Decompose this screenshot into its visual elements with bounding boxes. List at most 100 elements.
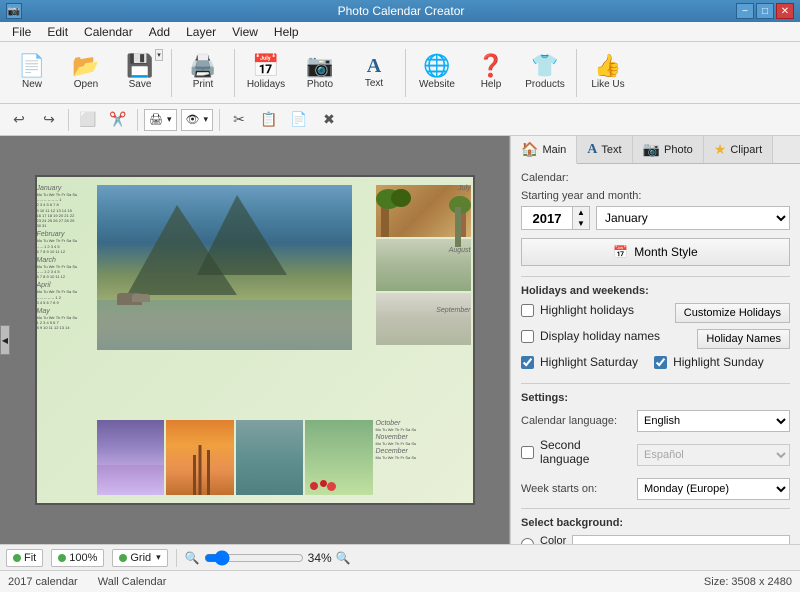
print-icon: 🖨️	[189, 55, 216, 77]
main-tab-icon: 🏠	[521, 141, 538, 158]
background-section-title: Select background:	[521, 517, 790, 529]
maximize-button[interactable]: □	[756, 3, 774, 19]
year-month-row: 2017 ▲ ▼ January February March April Ma…	[521, 206, 790, 230]
week-starts-row: Week starts on: Monday (Europe) Sunday (…	[521, 478, 790, 500]
zoom-slider[interactable]	[204, 550, 304, 566]
grid-dropdown-arrow[interactable]: ▾	[156, 552, 161, 563]
likeus-icon: 👍	[594, 55, 621, 77]
tab-clipart[interactable]: ★ Clipart	[704, 136, 773, 163]
paste-button[interactable]: 📄	[286, 108, 312, 132]
save-icon: 💾	[126, 55, 153, 77]
toolbar-separator-3	[405, 49, 406, 97]
year-spinner-buttons: ▲ ▼	[572, 207, 589, 229]
menu-layer[interactable]: Layer	[178, 23, 224, 41]
fit-button[interactable]: Fit	[6, 549, 43, 567]
language-select[interactable]: English Español Français	[637, 410, 790, 432]
zoom-control: 🔍 34% 🔍	[185, 550, 351, 566]
clipart-tab-icon: ★	[714, 141, 727, 158]
products-button[interactable]: 👕 Products	[519, 46, 571, 100]
open-button[interactable]: 📂 Open	[60, 46, 112, 100]
select-button[interactable]: ⬜	[75, 108, 101, 132]
highlight-holidays-checkbox[interactable]	[521, 304, 534, 317]
second-language-checkbox-row: Second language	[521, 438, 631, 466]
holidays-button[interactable]: 📅 Holidays	[240, 46, 292, 100]
panel-toggle-handle[interactable]: ◀	[0, 325, 10, 355]
photo-button[interactable]: 📷 Photo	[294, 46, 346, 100]
highlight-weekend-row: Highlight Saturday Highlight Sunday	[521, 355, 790, 375]
week-starts-select[interactable]: Monday (Europe) Sunday (US) Saturday	[637, 478, 790, 500]
copy-button[interactable]: 📋	[256, 108, 282, 132]
month-select[interactable]: January February March April May June Ju…	[596, 206, 790, 230]
zoom-100-label: 100%	[69, 552, 97, 564]
grid-button[interactable]: Grid ▾	[112, 549, 167, 567]
products-icon: 👕	[531, 55, 558, 77]
menu-calendar[interactable]: Calendar	[76, 23, 141, 41]
second-language-select[interactable]: Español	[637, 444, 790, 466]
close-button[interactable]: ✕	[776, 3, 794, 19]
highlight-saturday-checkbox[interactable]	[521, 356, 534, 369]
calendar-label: Calendar:	[521, 172, 790, 184]
redo-button[interactable]: ↪	[36, 108, 62, 132]
undo-button[interactable]: ↩	[6, 108, 32, 132]
month-style-button[interactable]: 📅 Month Style	[521, 238, 790, 266]
view-options-dropdown[interactable]: 👁 ▾	[181, 109, 214, 131]
bg-color-preview[interactable]	[572, 535, 790, 544]
highlight-holidays-label: Highlight holidays	[540, 303, 634, 317]
menu-help[interactable]: Help	[266, 23, 307, 41]
text-button[interactable]: A Text	[348, 46, 400, 100]
new-icon: 📄	[18, 55, 45, 77]
highlight-sunday-checkbox[interactable]	[654, 356, 667, 369]
year-down-button[interactable]: ▼	[573, 218, 589, 229]
bg-color-row: Color	[521, 535, 790, 544]
canvas-scroll[interactable]: January Mo Tu We Th Fr Sa Su-- -- -- -- …	[0, 136, 509, 544]
help-icon: ❓	[477, 55, 504, 77]
tab-text[interactable]: A Text	[577, 136, 632, 163]
year-up-button[interactable]: ▲	[573, 207, 589, 218]
print-options-dropdown[interactable]: 🖨 ▾	[144, 109, 177, 131]
zoom100-indicator	[58, 554, 66, 562]
toolbar-separator-2	[234, 49, 235, 97]
zoom-minus-icon[interactable]: 🔍	[185, 551, 200, 565]
bottom-sep-1	[176, 549, 177, 567]
save-dropdown-arrow[interactable]: ▾	[155, 49, 163, 61]
menu-edit[interactable]: Edit	[39, 23, 76, 41]
divider-3	[521, 508, 790, 509]
year-spinner[interactable]: 2017 ▲ ▼	[521, 206, 590, 230]
menu-add[interactable]: Add	[141, 23, 178, 41]
cut-button[interactable]: ✂	[226, 108, 252, 132]
right-panel: 🏠 Main A Text 📷 Photo ★ Clipart Calendar…	[510, 136, 800, 544]
zoom-plus-icon[interactable]: 🔍	[336, 551, 351, 565]
new-button[interactable]: 📄 New	[6, 46, 58, 100]
crop-button[interactable]: ✂️	[105, 108, 131, 132]
print-button[interactable]: 🖨️ Print	[177, 46, 229, 100]
app-icon: 📷	[6, 3, 22, 19]
title-bar: 📷 Photo Calendar Creator − □ ✕	[0, 0, 800, 22]
divider-1	[521, 276, 790, 277]
display-holiday-names-checkbox[interactable]	[521, 330, 534, 343]
language-label: Calendar language:	[521, 415, 631, 427]
year-input[interactable]: 2017	[522, 211, 572, 226]
left-calendar-column: January Mo Tu We Th Fr Sa Su-- -- -- -- …	[37, 185, 95, 334]
tab-main[interactable]: 🏠 Main	[511, 136, 577, 164]
photo-tab-icon: 📷	[643, 141, 660, 158]
bg-color-label: Color	[540, 535, 566, 544]
likeus-button[interactable]: 👍 Like Us	[582, 46, 634, 100]
delete-button[interactable]: ✖	[316, 108, 342, 132]
minimize-button[interactable]: −	[736, 3, 754, 19]
open-icon: 📂	[72, 55, 99, 77]
highlight-saturday-label: Highlight Saturday	[540, 355, 638, 369]
menu-view[interactable]: View	[224, 23, 266, 41]
bottom-toolbar: Fit 100% Grid ▾ 🔍 34% 🔍	[0, 544, 800, 570]
customize-holidays-button[interactable]: Customize Holidays	[675, 303, 790, 323]
save-button[interactable]: 💾 Save ▾	[114, 46, 166, 100]
holiday-names-button[interactable]: Holiday Names	[697, 329, 790, 349]
website-button[interactable]: 🌐 Website	[411, 46, 463, 100]
tab-photo[interactable]: 📷 Photo	[633, 136, 704, 163]
help-button[interactable]: ❓ Help	[465, 46, 517, 100]
bg-color-radio[interactable]	[521, 538, 534, 545]
zoom-100-button[interactable]: 100%	[51, 549, 104, 567]
display-holiday-names-row: Display holiday names Holiday Names	[521, 329, 790, 349]
second-language-checkbox[interactable]	[521, 446, 534, 459]
canvas-area: ◀	[0, 136, 510, 544]
menu-file[interactable]: File	[4, 23, 39, 41]
